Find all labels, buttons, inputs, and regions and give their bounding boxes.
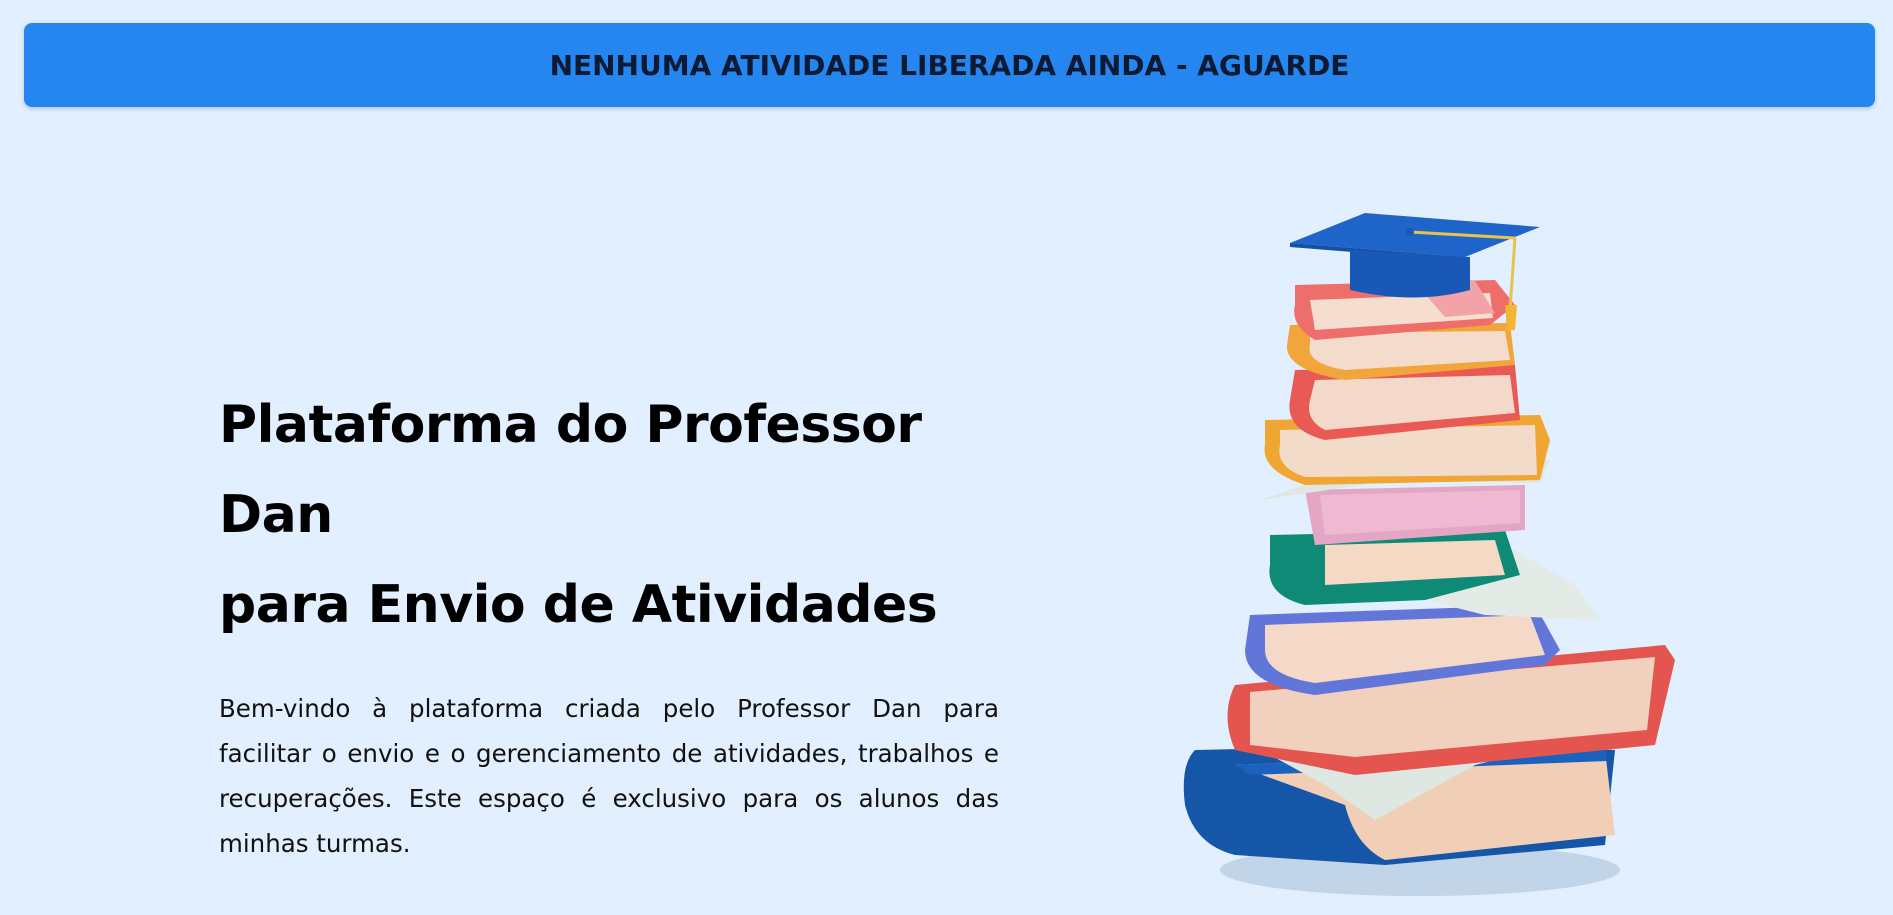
- page-title-line-1: Plataforma do Professor Dan: [219, 395, 922, 545]
- no-activity-banner: NENHUMA ATIVIDADE LIBERADA AINDA - AGUAR…: [24, 23, 1875, 107]
- books-with-graduation-cap-icon: [1183, 213, 1675, 896]
- page-title: Plataforma do Professor Dan para Envio de…: [219, 380, 999, 650]
- page-title-line-2: para Envio de Atividades: [219, 575, 938, 635]
- banner-message: NENHUMA ATIVIDADE LIBERADA AINDA - AGUAR…: [549, 48, 1350, 82]
- welcome-description: Bem-vindo à plataforma criada pelo Profe…: [219, 694, 999, 858]
- books-illustration: [1175, 205, 1685, 910]
- hero-section: Plataforma do Professor Dan para Envio de…: [219, 380, 999, 866]
